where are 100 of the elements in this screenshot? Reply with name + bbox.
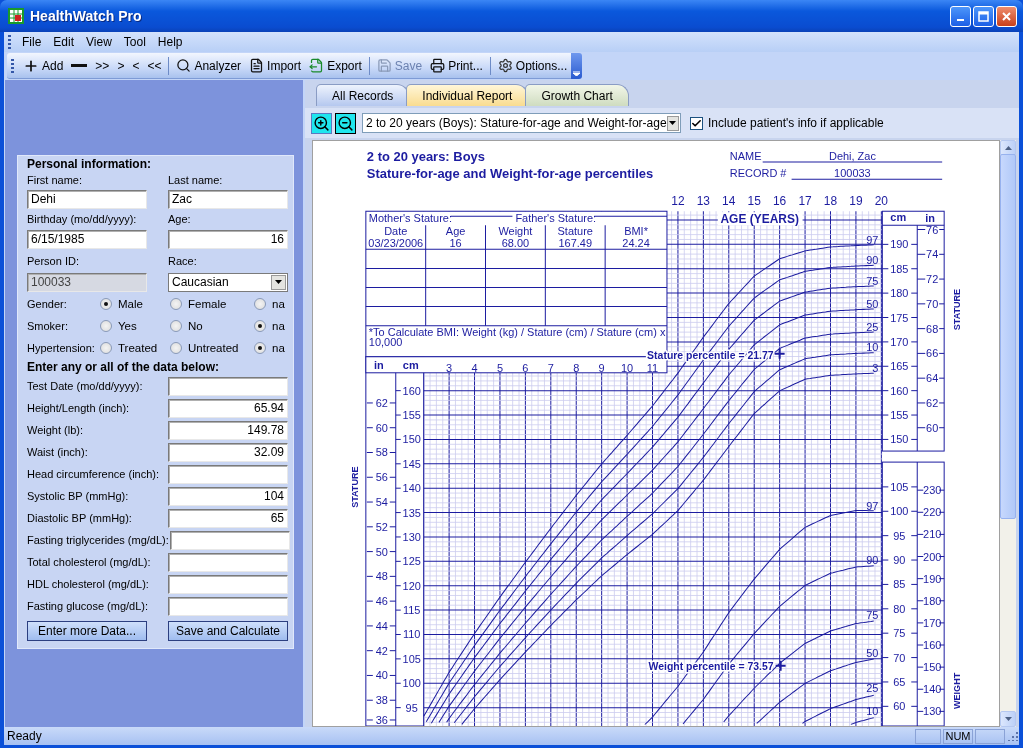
toolbar-button[interactable]: Print... [426,54,487,77]
include-info-checkbox[interactable]: Include patient's info if applicable [690,116,884,130]
tick-label: 19 [849,194,863,209]
input-field[interactable] [168,376,288,396]
unit-label: cm [890,211,907,224]
percentile-label: 97 [866,233,879,246]
input-field[interactable]: Dehi [27,189,147,209]
toolbar-button[interactable]: > [113,54,129,77]
field-label: Person ID: [27,254,80,267]
radio-option[interactable]: No [170,320,254,332]
tick-label: 4 [471,361,478,374]
field-value: Dehi, Zac [828,150,876,163]
input-field[interactable] [169,530,290,550]
tab[interactable]: Growth Chart [525,84,629,106]
radio-button[interactable] [170,320,182,332]
axis-title: STATURE [349,466,360,508]
input-field[interactable]: 16 [168,229,288,249]
input-field[interactable]: Zac [168,189,288,209]
field-value: 100033 [834,167,871,180]
input-field[interactable]: 32.09 [168,442,288,462]
input-field[interactable]: 104 [168,486,288,506]
toolbar-button[interactable]: Analyzer [172,54,246,77]
zoom-out-button[interactable] [335,112,356,134]
percentile-label: 75 [866,274,879,287]
toolbar-button[interactable]: Export [305,54,366,77]
toolbar-button[interactable]: < [128,54,144,77]
radio-button[interactable] [100,298,112,310]
radio-button[interactable] [170,298,182,310]
checkbox[interactable] [690,116,703,130]
tick-label: 52 [375,520,388,533]
zoom-out-icon [337,114,354,132]
radio-option[interactable]: na [254,298,288,310]
race-select[interactable]: Caucasian [168,272,288,292]
chart-type-select[interactable]: 2 to 20 years (Boys): Stature-for-age and Weight-for-age [362,113,681,133]
close-button[interactable] [996,5,1017,27]
radio-button[interactable] [254,320,266,332]
input-field[interactable]: 65.94 [168,398,288,418]
document-icon [249,58,265,73]
minimize-button[interactable] [950,5,971,27]
bmi-note: *To Calculate BMI: Weight (kg) / Stature (cm) / Stature (cm) x 10,000 [368,325,666,348]
toolbar-button[interactable]: Import [245,54,306,77]
menu-item[interactable]: View [80,33,118,51]
axis-title: AGE (YEARS) [720,212,799,227]
tick-label: 16 [773,194,787,209]
dropdown-button[interactable] [271,274,286,290]
toolbar-button[interactable]: << [143,54,166,77]
input-field[interactable]: 149.78 [168,420,288,440]
tick-label: 105 [890,480,909,493]
radio-button[interactable] [254,298,266,310]
save-calculate-button[interactable]: Save and Calculate [168,621,288,641]
input-field[interactable]: 6/15/1985 [27,229,147,249]
toolbar-button[interactable]: Options... [493,54,572,77]
radio-button[interactable] [254,342,266,354]
percentile-label: 25 [866,320,879,333]
scroll-up-button[interactable] [1000,140,1016,156]
enter-more-data-button[interactable]: Enter more Data... [27,621,147,641]
menu-item[interactable]: Tool [117,33,152,51]
menu-item[interactable]: Help [151,33,189,51]
radio-option[interactable]: Treated [100,342,170,354]
radio-button[interactable] [100,320,112,332]
chart-title: 2 to 20 years: Boys [366,149,485,165]
radio-button[interactable] [100,342,112,354]
radio-option[interactable]: na [254,320,288,332]
input-field[interactable]: 65 [168,508,288,528]
toolbar-button[interactable]: >> [91,54,114,77]
tick-label: 230 [923,484,942,497]
field-label: Race: [168,254,198,267]
radio-button[interactable] [170,342,182,354]
scroll-thumb[interactable] [1000,154,1016,519]
menu-item[interactable]: File [16,33,48,51]
radio-option[interactable]: Male [100,298,170,310]
maximize-icon [978,10,989,22]
section-heading: Enter any or all of the data below: [27,359,221,375]
tick-label: 60 [926,421,939,434]
tick-label: 185 [890,262,909,275]
input-field[interactable] [168,464,288,484]
input-field[interactable] [168,552,288,572]
radio-option[interactable]: Yes [100,320,170,332]
plot-marker [773,347,786,360]
menu-item[interactable]: Edit [47,33,81,51]
toolbar-overflow-button[interactable] [571,53,583,79]
tick-label: 54 [375,496,388,509]
down-arrow-icon [1004,717,1012,721]
percentile-label: 97 [866,499,879,512]
field-label: Systolic BP (mmHg): [27,490,130,502]
scrollbar[interactable] [1000,140,1016,727]
scroll-down-button[interactable] [1000,711,1016,727]
input-field[interactable] [168,596,288,616]
tick-label: 150 [402,433,421,446]
toolbar-button[interactable]: Add [19,54,68,77]
dropdown-button[interactable] [666,115,679,131]
maximize-button[interactable] [973,5,994,27]
radio-option[interactable]: na [254,342,288,354]
radio-option[interactable]: Female [170,298,254,310]
tick-label: 17 [798,194,812,209]
table-cell: 68.00 [501,237,530,250]
zoom-in-button[interactable] [311,112,332,134]
radio-option[interactable]: Untreated [170,342,254,354]
input-field[interactable] [168,574,288,594]
tick-label: 165 [890,360,909,373]
